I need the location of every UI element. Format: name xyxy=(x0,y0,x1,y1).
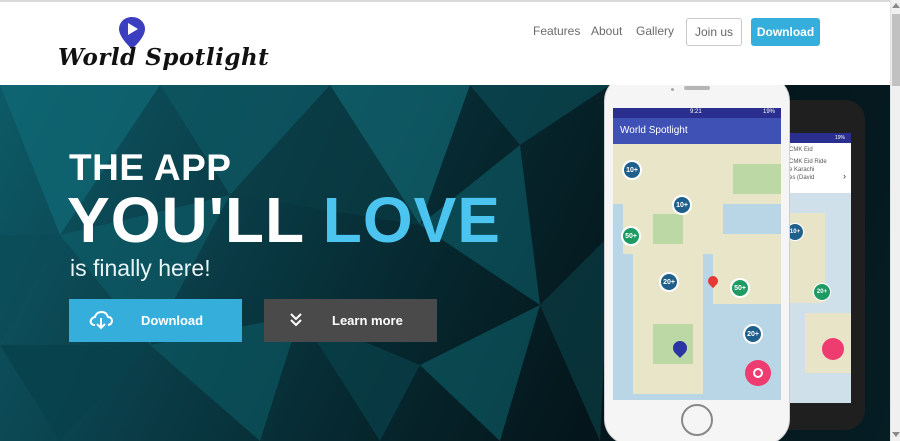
page-scrollbar[interactable] xyxy=(890,0,900,441)
map-cluster-badge[interactable]: 20+ xyxy=(659,272,679,292)
top-navbar: World Spotlight Features About Gallery J… xyxy=(0,0,890,85)
hero-download-button[interactable]: Download xyxy=(69,299,242,342)
cloud-download-icon xyxy=(89,310,113,330)
locate-fab-icon[interactable] xyxy=(745,360,771,386)
map-cluster-badge[interactable]: 20+ xyxy=(813,283,831,301)
phone-back-list: CMK Eid CMK Eid Ride e Karachi es (David… xyxy=(785,143,851,193)
headline-accent-text: LOVE xyxy=(322,184,501,256)
status-battery: 19% xyxy=(763,109,776,115)
phone-back-list-item: e Karachi xyxy=(789,167,815,173)
scroll-thumb[interactable] xyxy=(892,14,900,86)
chevron-right-icon: › xyxy=(843,171,846,181)
hero-download-label: Download xyxy=(141,313,204,328)
phone-back-map: 10+ 20+ xyxy=(785,193,851,403)
phone-status-bar: 9:21 19% xyxy=(613,108,781,118)
hero-headline-line2: YOU'LL LOVE xyxy=(67,183,501,257)
locate-fab-icon[interactable] xyxy=(822,338,844,360)
headline-white-text: YOU'LL xyxy=(67,184,304,256)
hero-section: THE APP YOU'LL LOVE is finally here! Dow… xyxy=(0,85,890,441)
phone-speaker xyxy=(684,86,710,90)
world-map[interactable]: 10+ 10+ 50+ 20+ 50+ 20+ xyxy=(613,144,781,400)
learn-more-button[interactable]: Learn more xyxy=(264,299,437,342)
status-time: 9:21 xyxy=(690,109,702,115)
join-us-button[interactable]: Join us xyxy=(686,18,742,46)
hero-subline: is finally here! xyxy=(70,255,211,281)
phone-back-battery: 19% xyxy=(835,135,846,141)
phone-camera-icon xyxy=(671,88,674,91)
scroll-up-arrow-icon[interactable] xyxy=(892,3,900,8)
map-cluster-badge[interactable]: 50+ xyxy=(730,278,750,298)
phone-back-screen: 19% CMK Eid CMK Eid Ride e Karachi es (D… xyxy=(785,133,851,403)
phone-mockup-front: 9:21 19% World Spotlight 10+ 10+ 50+ 20+… xyxy=(604,85,790,441)
phone-front-screen: 9:21 19% World Spotlight 10+ 10+ 50+ 20+… xyxy=(613,108,781,400)
phone-back-status-bar: 19% xyxy=(785,133,851,143)
learn-more-label: Learn more xyxy=(332,313,403,328)
brand-logo[interactable]: World Spotlight xyxy=(58,16,269,76)
phone-home-button xyxy=(681,404,713,436)
map-cluster-badge[interactable]: 10+ xyxy=(622,160,642,180)
map-cluster-badge[interactable]: 10+ xyxy=(672,195,692,215)
nav-download-button[interactable]: Download xyxy=(751,18,820,46)
scroll-down-arrow-icon[interactable] xyxy=(892,432,900,437)
map-cluster-badge[interactable]: 20+ xyxy=(743,324,763,344)
nav-link-about[interactable]: About xyxy=(591,24,622,38)
phone-back-list-item: es (David xyxy=(789,175,815,181)
double-chevron-down-icon xyxy=(290,313,302,327)
nav-link-features[interactable]: Features xyxy=(533,24,580,38)
phone-back-list-item: CMK Eid xyxy=(789,147,813,153)
app-bar-title: World Spotlight xyxy=(613,118,781,144)
map-cluster-badge[interactable]: 50+ xyxy=(621,226,641,246)
brand-name: World Spotlight xyxy=(58,44,270,71)
nav-link-gallery[interactable]: Gallery xyxy=(636,24,674,38)
phone-back-list-item: CMK Eid Ride xyxy=(789,159,827,165)
